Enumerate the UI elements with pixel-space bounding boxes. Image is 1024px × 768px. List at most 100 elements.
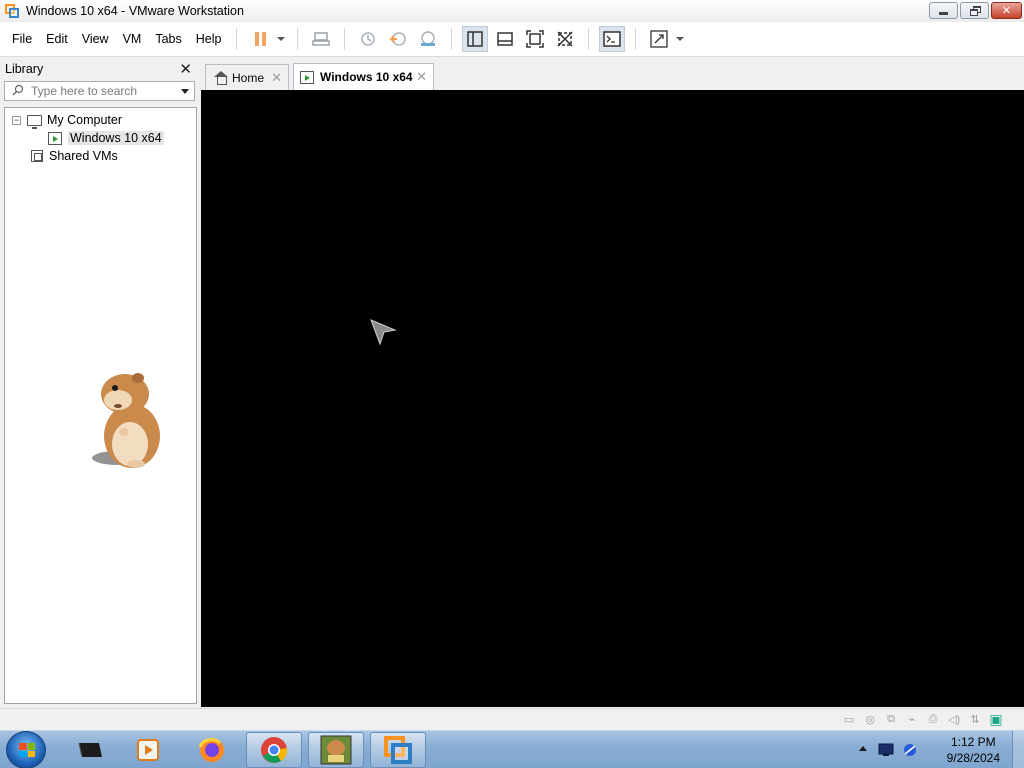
search-dropdown-arrow[interactable]: [181, 89, 189, 94]
printer-icon[interactable]: ⎙: [925, 712, 941, 726]
send-keys-icon: [312, 32, 331, 46]
taskbar-hamster-box[interactable]: [308, 732, 364, 768]
library-layout-icon: [467, 31, 484, 47]
vmware-taskbar-icon: [384, 736, 412, 764]
tab-close-icon[interactable]: ✕: [271, 70, 282, 86]
library-close-icon[interactable]: ✕: [179, 60, 192, 78]
snapshot-manager-icon: [421, 31, 436, 46]
vm-console-display[interactable]: [201, 90, 1024, 707]
hard-disk-icon[interactable]: ▭: [841, 712, 857, 726]
menu-edit[interactable]: Edit: [39, 28, 75, 50]
taskbar-firefox[interactable]: [184, 732, 240, 768]
tree-item-shared-vms[interactable]: Shared VMs: [31, 147, 118, 165]
snapshot-manager-button[interactable]: [415, 26, 441, 52]
taskbar-vmware[interactable]: [370, 732, 426, 768]
menu-tabs[interactable]: Tabs: [148, 28, 188, 50]
tab-label: Windows 10 x64: [320, 70, 413, 84]
mouse-cursor-icon: [370, 319, 397, 346]
stretch-icon: [650, 30, 669, 48]
tree-item-my-computer[interactable]: − My Computer: [12, 111, 122, 129]
tab-close-icon[interactable]: ✕: [416, 69, 427, 85]
snapshot-clock-icon: [361, 32, 376, 46]
status-bar: ▭ ◎ ⧉ ⌁ ⎙ ◁) ⇅ ▣: [0, 708, 1024, 730]
title-bar: Windows 10 x64 - VMware Workstation ✕: [0, 0, 1024, 22]
system-clock[interactable]: 1:12 PM 9/28/2024: [947, 734, 1000, 766]
chrome-icon: [261, 737, 288, 763]
thumbnail-bar-icon: [497, 32, 514, 46]
menu-vm[interactable]: VM: [116, 28, 149, 50]
window-controls: ✕: [929, 2, 1022, 19]
console-icon: [603, 31, 622, 47]
stretch-guest-button[interactable]: [646, 26, 672, 52]
library-search-input[interactable]: [31, 83, 171, 99]
power-dropdown-arrow[interactable]: [277, 37, 286, 41]
window-title: Windows 10 x64 - VMware Workstation: [26, 4, 244, 18]
show-hidden-icons-button[interactable]: [859, 746, 867, 751]
tree-item-vm[interactable]: Windows 10 x64: [48, 129, 164, 147]
toolbar-separator: [588, 28, 590, 50]
show-thumbnail-bar-button[interactable]: [492, 26, 518, 52]
taskbar-media-player[interactable]: [120, 732, 176, 768]
toolbar-separator: [344, 28, 346, 50]
tab-home[interactable]: Home ✕: [205, 64, 289, 90]
tree-label: Shared VMs: [49, 149, 118, 163]
tree-label: Windows 10 x64: [68, 131, 164, 145]
search-icon: [5, 84, 31, 99]
action-center-icon[interactable]: [878, 743, 894, 757]
minimize-icon: [939, 12, 948, 15]
unity-button[interactable]: [552, 26, 578, 52]
show-desktop-button[interactable]: [1012, 731, 1024, 768]
firefox-icon: [198, 738, 224, 762]
menu-help[interactable]: Help: [189, 28, 229, 50]
display-icon[interactable]: ⇅: [967, 712, 983, 726]
library-header: Library ✕: [0, 58, 199, 80]
stretch-dropdown-arrow[interactable]: [676, 37, 685, 41]
sound-card-icon[interactable]: ◁): [946, 712, 962, 726]
pause-button[interactable]: [247, 26, 273, 52]
windows-taskbar: 1:12 PM 9/28/2024: [0, 730, 1024, 768]
revert-snapshot-button[interactable]: [385, 26, 411, 52]
network-status-icon[interactable]: [902, 742, 918, 758]
tab-strip: Home ✕ Windows 10 x64 ✕: [201, 58, 1024, 90]
network-adapter-icon[interactable]: ⧉: [883, 712, 899, 726]
vmware-app-icon: [4, 3, 20, 19]
tab-windows-10-x64[interactable]: Windows 10 x64 ✕: [293, 63, 434, 90]
taskbar-terminal[interactable]: [62, 732, 118, 768]
cd-dvd-icon[interactable]: ◎: [862, 712, 878, 726]
hamster-image: [92, 373, 160, 468]
start-button[interactable]: [6, 731, 46, 768]
menu-view[interactable]: View: [75, 28, 116, 50]
toolbar-separator: [635, 28, 637, 50]
unity-icon: [557, 31, 573, 47]
usb-controller-icon[interactable]: ⌁: [904, 712, 920, 726]
library-title: Library: [5, 62, 44, 76]
send-ctrl-alt-del-button[interactable]: [308, 26, 334, 52]
menu-toolbar: File Edit View VM Tabs Help: [0, 22, 1024, 57]
pause-icon: [254, 32, 266, 46]
minimize-button[interactable]: [929, 2, 958, 19]
snapshot-button[interactable]: [355, 26, 381, 52]
vm-running-icon: [300, 70, 314, 84]
device-status-icons: ▭ ◎ ⧉ ⌁ ⎙ ◁) ⇅ ▣: [841, 711, 1004, 727]
full-screen-button[interactable]: [522, 26, 548, 52]
hamster-box-icon: [320, 735, 352, 765]
tab-label: Home: [232, 70, 265, 85]
toolbar-separator: [451, 28, 453, 50]
menu-file[interactable]: File: [5, 28, 39, 50]
revert-snapshot-icon: [390, 32, 407, 46]
message-log-icon[interactable]: ▣: [988, 711, 1004, 727]
terminal-app-icon: [78, 742, 102, 758]
taskbar-chrome[interactable]: [246, 732, 302, 768]
toolbar-separator: [297, 28, 299, 50]
windows-logo-icon: [19, 743, 35, 757]
collapse-toggle-icon[interactable]: −: [12, 115, 21, 125]
restore-button[interactable]: [960, 2, 989, 19]
close-button[interactable]: ✕: [991, 2, 1022, 19]
media-player-icon: [137, 739, 159, 761]
tree-label: My Computer: [47, 113, 123, 127]
show-library-button[interactable]: [462, 26, 489, 52]
computer-icon: [27, 114, 42, 129]
clock-time: 1:12 PM: [950, 735, 996, 749]
library-search-box[interactable]: [4, 81, 195, 101]
console-view-button[interactable]: [599, 26, 626, 52]
